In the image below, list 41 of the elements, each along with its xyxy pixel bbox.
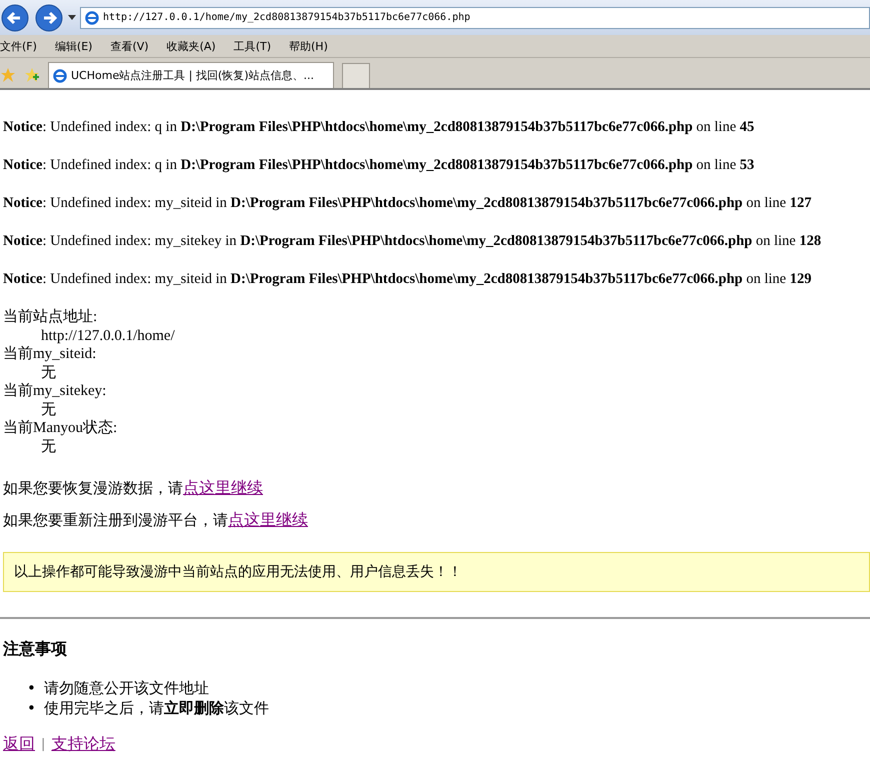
- back-link[interactable]: 返回: [3, 734, 35, 755]
- notice-message: Notice: Undefined index: my_siteid in D:\Program Files\PHP\htdocs\home\my_2cd80813879154b37b5117bc6e77c066.php on line 127: [3, 194, 812, 212]
- field-value: 无: [40, 438, 57, 456]
- menu-item[interactable]: 帮助(H): [289, 38, 328, 54]
- continue-link[interactable]: 点这里继续: [228, 510, 308, 529]
- back-button[interactable]: [0, 2, 30, 32]
- address-bar[interactable]: http://127.0.0.1/home/my_2cd80813879154b37b5117bc6e77c066.php: [80, 6, 870, 28]
- action-text: 如果您要恢复漫游数据，请: [3, 479, 183, 497]
- continue-link[interactable]: 点这里继续: [183, 478, 263, 497]
- field-label: 当前站点地址:: [3, 308, 98, 326]
- field-label: 当前my_sitekey:: [3, 382, 108, 400]
- bullet-mark: •: [27, 698, 36, 718]
- forum-link[interactable]: 支持论坛: [51, 734, 116, 755]
- url-text: http://127.0.0.1/home/my_2cd80813879154b37b5117bc6e77c066.php: [103, 12, 470, 23]
- star-icon[interactable]: [0, 67, 16, 83]
- notice-message: Notice: Undefined index: q in D:\Program Files\PHP\htdocs\home\my_2cd80813879154b37b5117bc6e77c066.php on line 53: [3, 156, 756, 174]
- field-value: 无: [40, 364, 57, 382]
- menu-item[interactable]: 文件(F): [0, 38, 37, 54]
- field-value: http://127.0.0.1/home/: [40, 326, 176, 345]
- browser-tab[interactable]: UCHome站点注册工具 | 找回(恢复)站点信息、...: [48, 62, 334, 88]
- notes-heading: 注意事项: [3, 639, 68, 660]
- browser-logo-icon: [85, 10, 99, 24]
- action-text: 如果您要重新注册到漫游平台，请: [3, 511, 228, 529]
- menu-item[interactable]: 工具(T): [234, 38, 271, 54]
- note-item: 请勿随意公开该文件地址: [44, 678, 209, 698]
- notice-message: Notice: Undefined index: my_siteid in D:\Program Files\PHP\htdocs\home\my_2cd80813879154b37b5117bc6e77c066.php on line 129: [3, 270, 812, 288]
- field-label: 当前Manyou状态:: [3, 419, 118, 438]
- notice-message: Notice: Undefined index: q in D:\Program Files\PHP\htdocs\home\my_2cd80813879154b37b5117bc6e77c066.php on line 45: [3, 118, 756, 136]
- menu-item[interactable]: 编辑(E): [54, 38, 92, 54]
- warning-message: 以上操作都可能导致漫游中当前站点的应用无法使用、用户信息丢失！！: [3, 552, 870, 592]
- field-value: 无: [40, 400, 57, 419]
- forward-button[interactable]: [34, 2, 64, 32]
- bullet-mark: •: [27, 678, 36, 698]
- dropdown-caret-icon[interactable]: [68, 14, 76, 20]
- note-item: 使用完毕之后，请立即删除该文件: [44, 698, 269, 718]
- menu-item[interactable]: 收藏夹(A): [166, 38, 216, 54]
- notice-message: Notice: Undefined index: my_sitekey in D:\Program Files\PHP\htdocs\home\my_2cd80813879154b37b5117bc6e77c066.php on line 128: [3, 232, 822, 250]
- browser-logo-icon: [53, 68, 67, 82]
- field-label: 当前my_siteid:: [3, 345, 98, 364]
- separator-text: |: [41, 737, 46, 752]
- menu-item[interactable]: 查看(V): [110, 38, 149, 54]
